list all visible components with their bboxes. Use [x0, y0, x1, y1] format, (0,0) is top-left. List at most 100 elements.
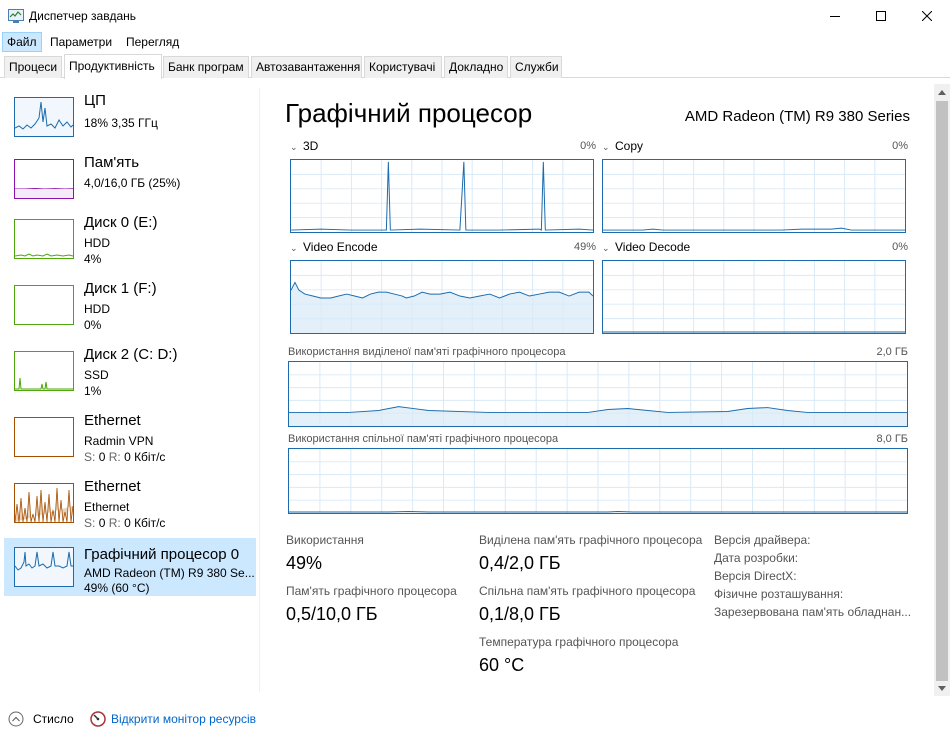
shared-memory-graph [288, 448, 908, 514]
maximize-button[interactable] [858, 0, 904, 32]
gpu-0-thumbnail-graph [14, 547, 74, 587]
tab-services[interactable]: Служби [510, 56, 562, 78]
chevron-down-icon: ⌄ [290, 142, 298, 152]
minimize-icon [830, 16, 840, 17]
maximize-icon [876, 11, 886, 21]
sidebar-item-adapter: Radmin VPN [84, 434, 154, 448]
menu-bar: Файл Параметри Перегляд [0, 32, 950, 52]
sidebar-item-detail: 18% 3,35 ГГц [84, 116, 158, 130]
sidebar-item-name: Графічний процесор 0 [84, 546, 240, 563]
window-title: Диспетчер завдань [29, 9, 137, 23]
engine-video-decode-graph [602, 260, 906, 334]
engine-3d-pct: 0% [580, 140, 596, 152]
disk-2-thumbnail-graph [14, 351, 74, 391]
sidebar-item-name: Диск 2 (C: D:) [84, 346, 178, 363]
engine-video-encode-graph [290, 260, 594, 334]
engine-3d-selector[interactable]: ⌄ 3D [290, 139, 318, 153]
sidebar-item-name: Ethernet [84, 478, 141, 495]
chevron-up-icon [938, 89, 946, 95]
sidebar-item-throughput: S: 0 R: 0 Кбіт/с [84, 516, 166, 530]
chevron-down-icon: ⌄ [290, 243, 298, 253]
shared-memory-stat-value: 0,1/8,0 ГБ [479, 604, 561, 624]
dedicated-memory-stat-value: 0,4/2,0 ГБ [479, 553, 561, 573]
gpu-temperature-value: 60 °C [479, 655, 525, 675]
sidebar-item-disk-0[interactable]: Диск 0 (E:) HDD 4% [4, 214, 256, 272]
dedicated-memory-graph [288, 361, 908, 427]
engine-3d-graph [290, 159, 594, 233]
tab-users[interactable]: Користувачі [364, 56, 442, 78]
sidebar-item-name: Пам'ять [84, 154, 140, 171]
engine-video-encode-pct: 49% [573, 241, 596, 253]
sidebar-item-name: Ethernet [84, 412, 141, 429]
tab-app-history[interactable]: Банк програм [163, 56, 249, 78]
disk-0-thumbnail-graph [14, 219, 74, 259]
sidebar-item-detail: 4,0/16,0 ГБ (25%) [84, 176, 181, 190]
directx-version-label: Версія DirectX: [714, 569, 797, 583]
task-manager-app-icon [8, 9, 24, 23]
scroll-up-arrow[interactable] [934, 84, 950, 100]
minimize-button[interactable] [812, 0, 858, 32]
engine-copy-selector[interactable]: ⌄ Copy [602, 139, 643, 153]
tab-processes[interactable]: Процеси [4, 56, 62, 78]
sidebar-item-ethernet-radmin[interactable]: Ethernet Radmin VPN S: 0 R: 0 Кбіт/с [4, 412, 256, 470]
dedicated-memory-label: Використання виділеної пам'яті графічног… [288, 346, 566, 358]
shared-memory-label: Використання спільної пам'яті графічного… [288, 433, 559, 445]
vertical-scrollbar[interactable] [934, 84, 950, 696]
sidebar-item-throughput: S: 0 R: 0 Кбіт/с [84, 450, 166, 464]
sidebar-item-name: Диск 0 (E:) [84, 214, 158, 231]
sidebar-item-adapter: Ethernet [84, 500, 130, 514]
engine-video-decode-selector[interactable]: ⌄ Video Decode [602, 240, 690, 254]
sidebar-item-gpu-0[interactable]: Графічний процесор 0 AMD Radeon (TM) R9 … [4, 538, 256, 596]
chevron-up-circle-icon [8, 711, 24, 727]
resource-monitor-icon [90, 711, 106, 727]
shared-memory-max: 8,0 ГБ [876, 433, 908, 445]
tab-startup[interactable]: Автозавантаження [251, 56, 362, 78]
scroll-down-arrow[interactable] [934, 680, 950, 696]
driver-version-label: Версія драйвера: [714, 533, 811, 547]
sidebar-item-cpu[interactable]: ЦП 18% 3,35 ГГц [4, 92, 256, 150]
sidebar-item-name: ЦП [84, 92, 106, 109]
driver-date-label: Дата розробки: [714, 551, 799, 565]
tab-performance[interactable]: Продуктивність [64, 54, 162, 79]
open-resource-monitor-label: Відкрити монітор ресурсів [111, 712, 257, 726]
title-bar: Диспетчер завдань [0, 0, 950, 32]
close-icon [922, 11, 932, 21]
gpu-device-name: AMD Radeon (TM) R9 380 Series [684, 108, 910, 125]
menu-view[interactable]: Перегляд [122, 32, 183, 52]
ethernet-thumbnail-graph [14, 483, 74, 523]
tab-details[interactable]: Докладно [444, 56, 508, 78]
open-resource-monitor-link[interactable]: Відкрити монітор ресурсів [90, 710, 256, 728]
hardware-reserved-memory-label: Зарезервована пам'ять обладнан... [714, 605, 912, 619]
engine-copy-pct: 0% [892, 140, 908, 152]
ethernet-radmin-thumbnail-graph [14, 417, 74, 457]
chevron-down-icon: ⌄ [602, 142, 610, 152]
memory-thumbnail-graph [14, 159, 74, 199]
dedicated-memory-stat-label: Виділена пам'ять графічного процесора [479, 533, 703, 547]
engine-video-decode-pct: 0% [892, 241, 908, 253]
sidebar-item-detail: 49% (60 °C) [84, 581, 150, 595]
tab-strip: Процеси Продуктивність Банк програм Авто… [0, 54, 950, 79]
sidebar-item-type: SSD [84, 368, 109, 382]
scrollbar-thumb[interactable] [936, 101, 948, 681]
footer-bar: Стисло Відкрити монітор ресурсів [0, 700, 950, 742]
page-title: Графічний процесор [285, 98, 533, 128]
sidebar-item-ethernet[interactable]: Ethernet Ethernet S: 0 R: 0 Кбіт/с [4, 478, 256, 536]
dedicated-memory-max: 2,0 ГБ [876, 346, 908, 358]
usage-value: 49% [286, 553, 323, 573]
sidebar-item-disk-1[interactable]: Диск 1 (F:) HDD 0% [4, 280, 256, 338]
close-button[interactable] [904, 0, 950, 32]
menu-file[interactable]: Файл [2, 32, 42, 52]
gpu-temperature-label: Температура графічного процесора [479, 635, 679, 649]
gpu-memory-label: Пам'ять графічного процесора [286, 584, 457, 598]
menu-options[interactable]: Параметри [46, 32, 116, 52]
sidebar-item-disk-2[interactable]: Диск 2 (C: D:) SSD 1% [4, 346, 256, 404]
chevron-down-icon [938, 685, 946, 691]
sidebar-item-name: Диск 1 (F:) [84, 280, 157, 297]
sidebar-item-memory[interactable]: Пам'ять 4,0/16,0 ГБ (25%) [4, 154, 256, 212]
usage-label: Використання [286, 533, 364, 547]
fewer-details-button[interactable]: Стисло [8, 710, 74, 728]
gpu-memory-value: 0,5/10,0 ГБ [286, 604, 378, 624]
engine-video-encode-selector[interactable]: ⌄ Video Encode [290, 240, 378, 254]
sidebar-item-detail: 0% [84, 318, 102, 332]
resource-sidebar: ЦП 18% 3,35 ГГц Пам'ять 4,0/16,0 ГБ (25%… [0, 88, 260, 692]
